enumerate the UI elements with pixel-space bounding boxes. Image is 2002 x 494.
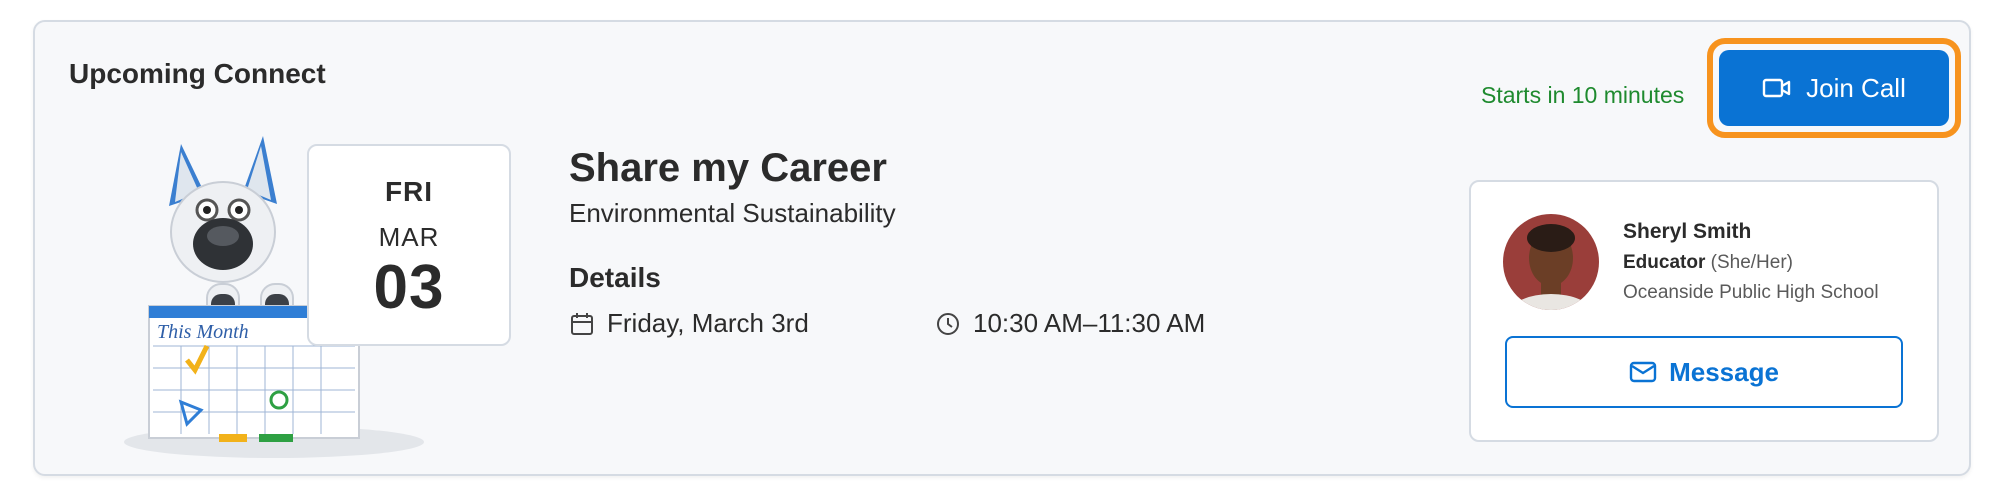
event-date-row: Friday, March 3rd — [569, 308, 809, 339]
mail-icon — [1629, 361, 1657, 383]
calendar-icon — [571, 312, 593, 335]
educator-profile-card: Sheryl Smith Educator (She/Her) Oceansid… — [1469, 180, 1939, 442]
educator-role: Educator (She/Her) — [1623, 252, 1793, 274]
educator-name: Sheryl Smith — [1623, 220, 1752, 243]
date-day-number: 03 — [373, 253, 445, 322]
educator-school: Oceanside Public High School — [1623, 282, 1879, 303]
event-time-text: 10:30 AM–11:30 AM — [973, 308, 1206, 338]
message-button[interactable]: Message — [1505, 336, 1903, 408]
avatar — [1503, 214, 1599, 310]
upcoming-connect-card: Upcoming Connect This Month FRI MAR 03 S… — [33, 20, 1971, 476]
event-date-text: Friday, March 3rd — [607, 308, 809, 338]
date-day-of-week: FRI — [384, 176, 434, 207]
date-month: MAR — [378, 222, 440, 252]
event-time-row: 10:30 AM–11:30 AM — [935, 308, 1205, 339]
section-title: Upcoming Connect — [69, 58, 326, 89]
educator-pronouns: (She/Her) — [1710, 252, 1793, 273]
educator-role-title: Educator — [1623, 252, 1706, 273]
event-subtitle: Environmental Sustainability — [569, 198, 896, 228]
date-badge: FRI MAR 03 — [307, 144, 511, 346]
join-call-focus-ring: Join Call — [1707, 38, 1961, 138]
message-label: Message — [1669, 356, 1779, 387]
calendar-header-text: This Month — [157, 321, 249, 343]
clock-icon — [937, 312, 959, 335]
join-call-button[interactable]: Join Call — [1719, 50, 1949, 126]
call-status-text: Starts in 10 minutes — [1481, 82, 1685, 108]
event-title: Share my Career — [569, 146, 887, 190]
video-camera-icon — [1762, 78, 1791, 98]
details-heading: Details — [569, 262, 661, 293]
join-call-label: Join Call — [1806, 72, 1906, 103]
